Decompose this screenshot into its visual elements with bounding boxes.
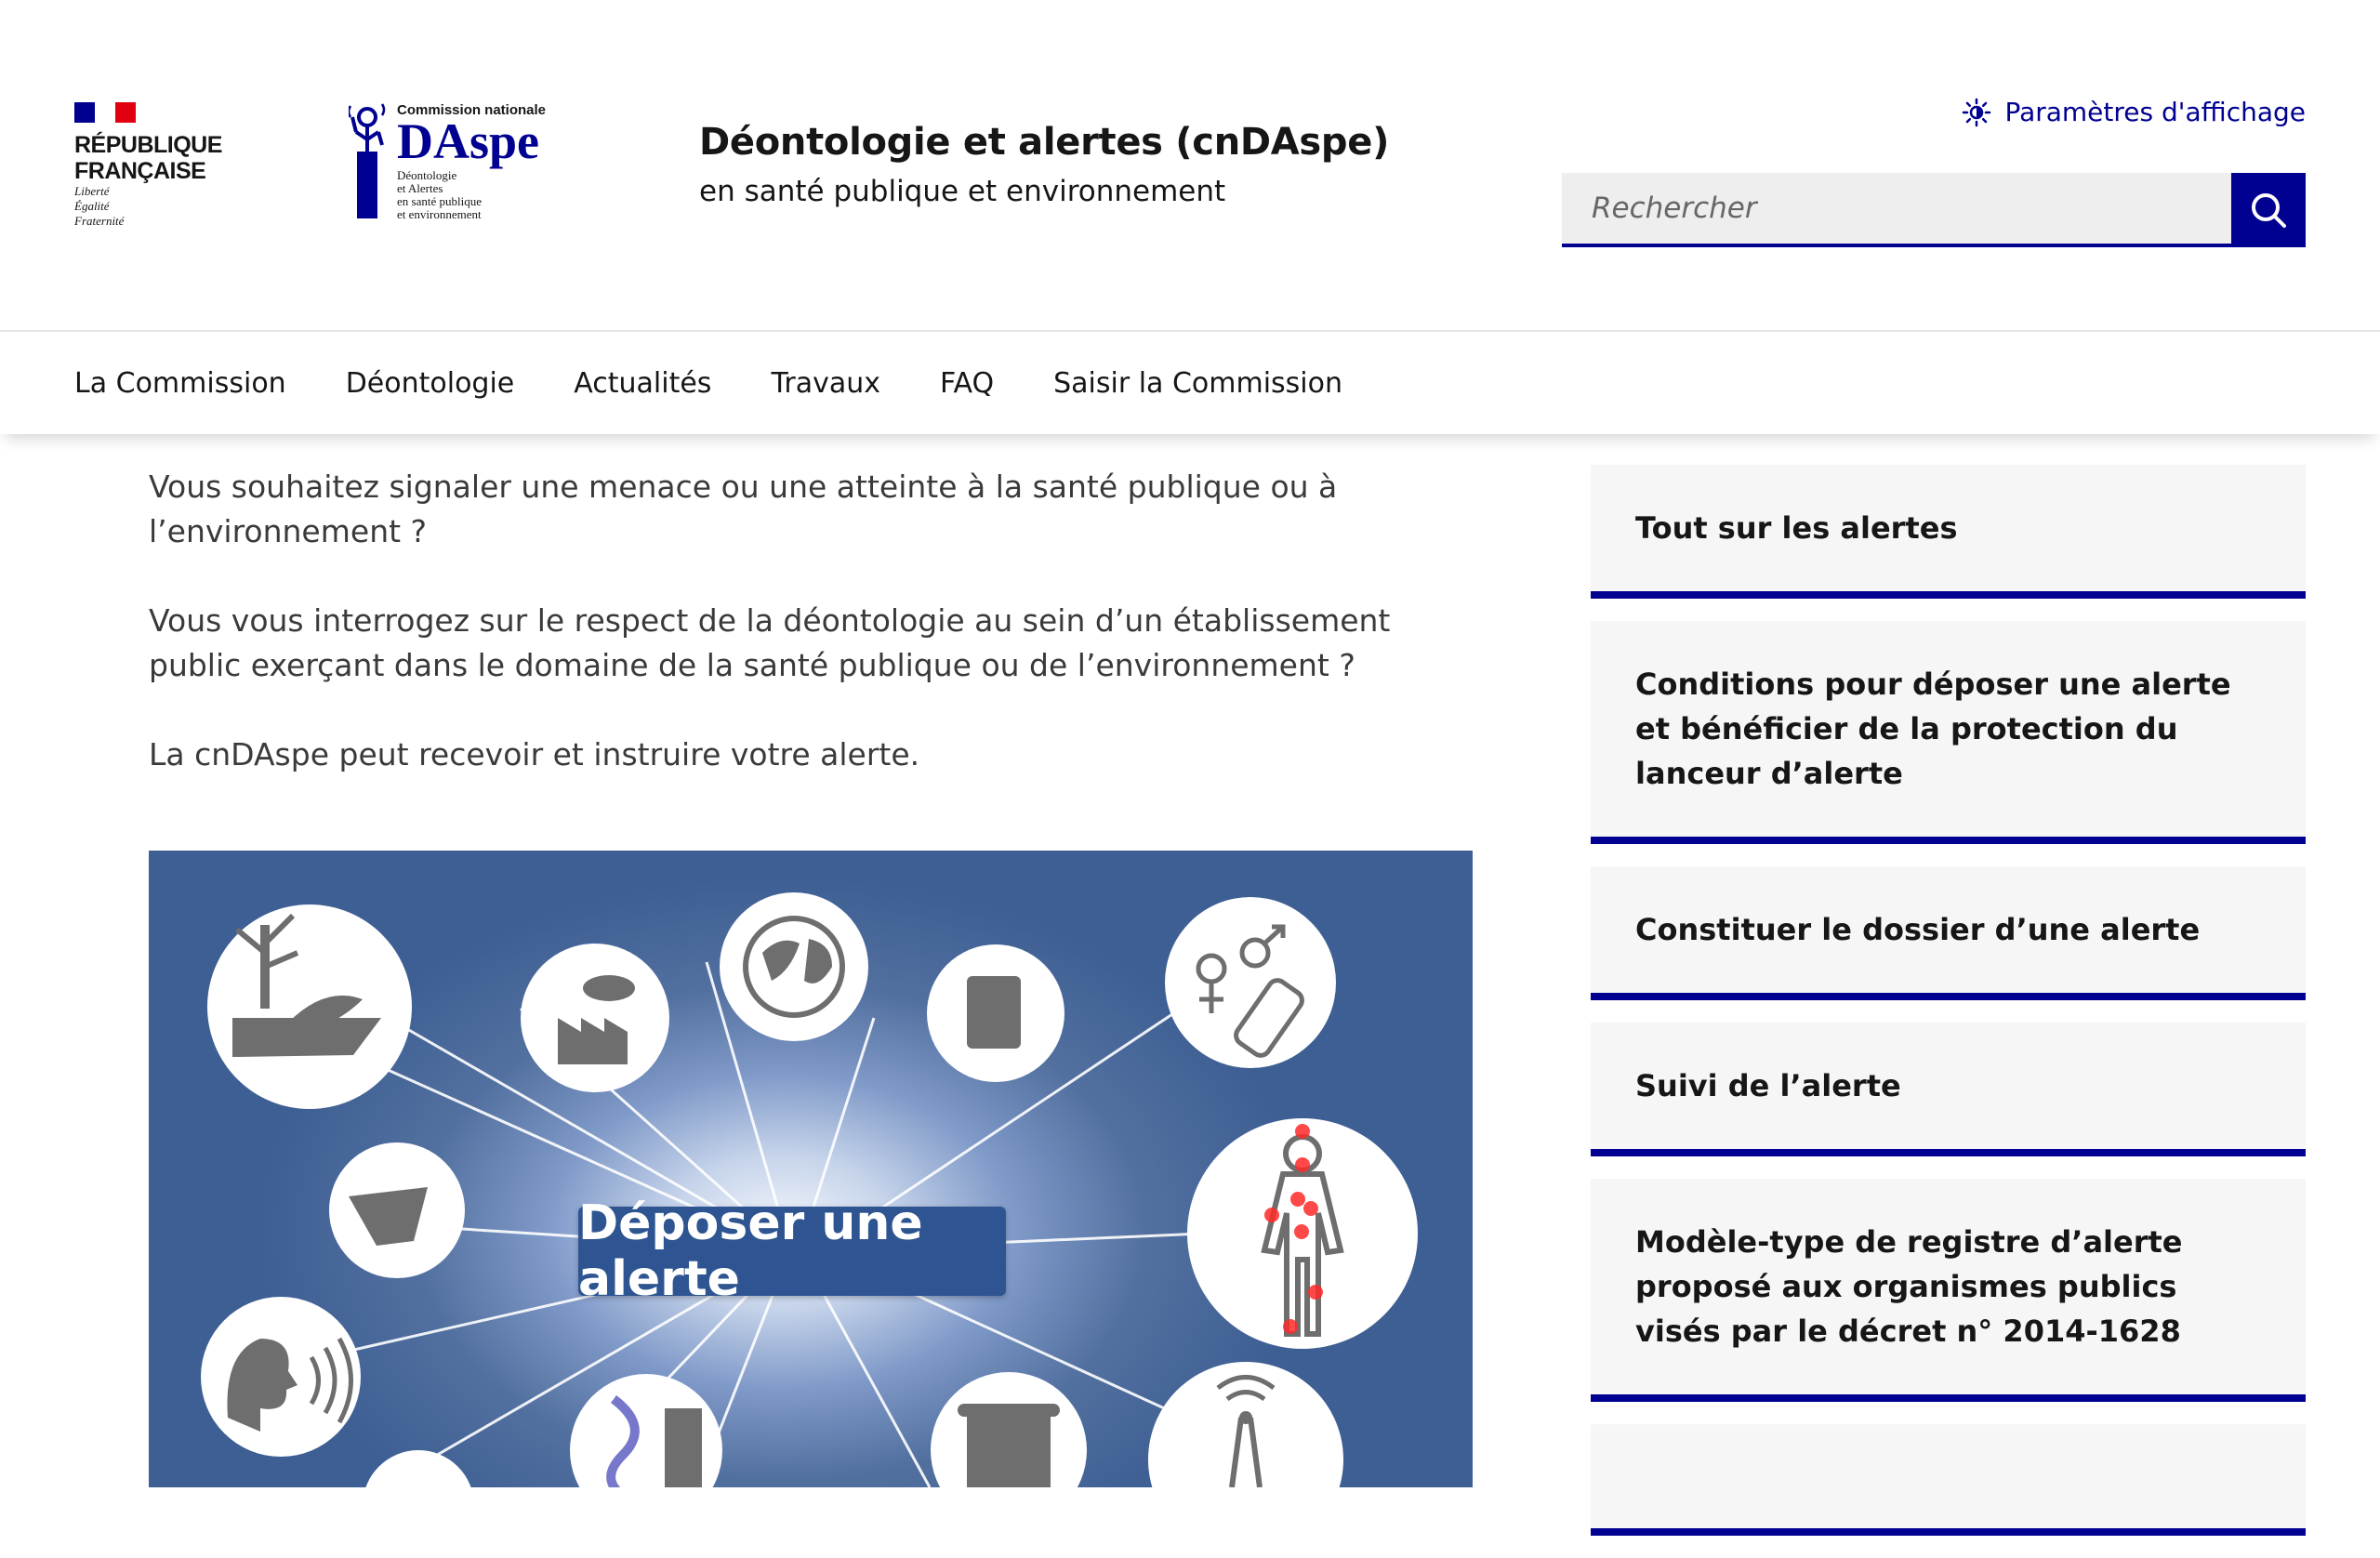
nav-item-actualites[interactable]: Actualités [574, 367, 711, 400]
display-settings-button[interactable]: Paramètres d'affichage [1962, 97, 2306, 127]
site-tagline: en santé publique et environnement [699, 175, 1226, 208]
site-title[interactable]: Déontologie et alertes (cnDAspe) [699, 121, 1389, 164]
nav-item-travaux[interactable]: Travaux [771, 367, 880, 400]
sidebar-card-constituer-dossier[interactable]: Constituer le dossier d’une alerte [1591, 866, 2306, 1000]
intro-paragraph-2: Vous vous interrogez sur le respect de l… [149, 602, 1391, 683]
sidebar-card-suivi-alerte[interactable]: Suivi de l’alerte [1591, 1023, 2306, 1156]
search-bar [1562, 173, 2306, 247]
main-navigation: La Commission Déontologie Actualités Tra… [0, 332, 2380, 434]
deposer-alerte-button[interactable]: Déposer une alerte [578, 1195, 1006, 1307]
factory-icon [521, 944, 669, 1092]
nav-item-saisir-la-commission[interactable]: Saisir la Commission [1053, 367, 1342, 400]
sidebar-card-next[interactable] [1591, 1424, 2306, 1536]
nav-item-la-commission[interactable]: La Commission [74, 367, 286, 400]
sidebar-card-tout-sur-les-alertes[interactable]: Tout sur les alertes [1591, 465, 2306, 599]
cndaspe-logo[interactable]: Commission nationale DAspe Déontologie e… [347, 100, 572, 226]
sidebar-card-modele-registre[interactable]: Modèle-type de registre d’alerte proposé… [1591, 1179, 2306, 1402]
search-icon [2252, 193, 2286, 228]
nav-item-faq[interactable]: FAQ [940, 367, 994, 400]
sidebar-menu: Tout sur les alertes Conditions pour dép… [1591, 465, 2306, 1558]
antenna-icon [1148, 1362, 1343, 1487]
leaf-icon [365, 1450, 471, 1487]
alert-themes-diagram [201, 892, 1418, 1487]
gender-baby-bottle-icon [1165, 897, 1336, 1068]
rf-motto: Liberté Égalité Fraternité [74, 184, 125, 228]
rf-name: RÉPUBLIQUE FRANÇAISE [74, 132, 222, 184]
site-header: RÉPUBLIQUE FRANÇAISE Liberté Égalité Fra… [0, 0, 2380, 332]
intro-paragraph-1: Vous souhaitez signaler une menace ou un… [149, 469, 1338, 549]
search-input[interactable] [1562, 173, 2231, 247]
republique-francaise-logo[interactable]: RÉPUBLIQUE FRANÇAISE Liberté Égalité Fra… [74, 102, 222, 232]
main-content: Vous souhaitez signaler une menace ou un… [149, 465, 1478, 822]
deposer-alerte-illustration[interactable]: Déposer une alerte [149, 851, 1473, 1487]
display-settings-label: Paramètres d'affichage [2004, 97, 2306, 127]
marianne-flag-icon [74, 102, 136, 123]
sidebar-card-conditions[interactable]: Conditions pour déposer une alerte et bé… [1591, 621, 2306, 844]
cnd-subtitle: Déontologie et Alertes en santé publique… [397, 168, 482, 221]
globe-icon [720, 892, 868, 1041]
nav-item-deontologie[interactable]: Déontologie [346, 367, 515, 400]
search-button[interactable] [2231, 173, 2306, 247]
cnd-name: DAspe [397, 113, 540, 169]
intro-paragraph-3: La cnDAspe peut recevoir et instruire vo… [149, 736, 920, 772]
sun-icon [1963, 98, 1991, 126]
